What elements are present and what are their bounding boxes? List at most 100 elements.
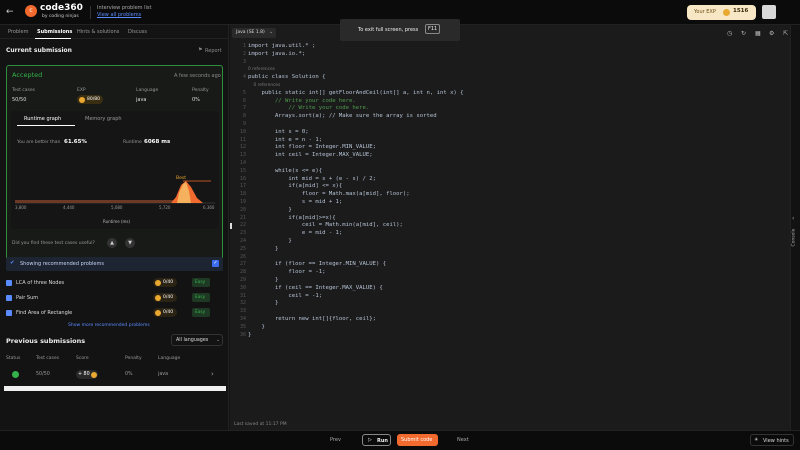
list-item[interactable]: Find Area of Rectangle 0/40 Easy	[6, 308, 222, 320]
view-hints-button[interactable]: ☀ View hints	[750, 434, 794, 446]
line-number: 14	[239, 160, 246, 166]
line-number: 4	[242, 74, 246, 81]
run-button[interactable]: ▷ Run	[362, 434, 391, 446]
coin-icon	[155, 279, 161, 286]
difficulty-label: Easy	[195, 310, 206, 315]
line-number: 23	[239, 230, 246, 237]
graph-panel: Runtime graph Memory graph You are bette…	[11, 111, 219, 229]
best-label: Best	[176, 175, 186, 181]
tab-discuss[interactable]: Discuss	[128, 29, 147, 35]
runtime-graph-tab[interactable]: Runtime graph	[24, 116, 61, 122]
line-number: 24	[239, 238, 246, 244]
code-text: if (ceil == Integer.MAX_VALUE) {	[248, 284, 383, 291]
next-button[interactable]: Next	[457, 437, 469, 443]
play-icon: ▷	[368, 437, 372, 443]
thumbs-down-icon[interactable]: ▼	[125, 238, 135, 248]
memory-graph-tab[interactable]: Memory graph	[85, 116, 122, 122]
tab-submissions[interactable]: Submissions	[37, 29, 72, 35]
code-text: s = mid + 1;	[248, 199, 343, 205]
code-text: int mid = s + (e - s) / 2;	[248, 175, 376, 182]
code-line: 4 public class Solution {	[230, 74, 770, 82]
col-score: Score	[76, 356, 89, 361]
history-icon[interactable]: ◷	[727, 30, 732, 37]
coin-icon	[91, 371, 97, 378]
reset-icon[interactable]: ↻	[741, 30, 746, 37]
previous-submissions-title: Previous submissions	[6, 337, 86, 345]
code-line: 10 int s = 0;	[230, 129, 770, 137]
problem-name: Pair Sum	[16, 295, 39, 301]
code-line: 14	[230, 160, 770, 168]
col-test-cases: Test cases	[36, 356, 59, 361]
code-text: floor = -1;	[248, 269, 326, 276]
language-selector[interactable]: Java (SE 1.8) ⌄	[232, 28, 276, 38]
list-item[interactable]: Pair Sum 0/40 Easy	[6, 293, 222, 305]
chevron-right-icon[interactable]: ›	[211, 370, 214, 378]
language-filter-dropdown[interactable]: All languages ⌄	[171, 334, 223, 346]
code-line: 2 import java.io.*;	[230, 51, 770, 59]
problem-exp: 0/40	[163, 294, 174, 300]
line-number: 17	[239, 183, 246, 190]
recommended-checkbox[interactable]: ✓	[212, 260, 219, 267]
list-item[interactable]: LCA of three Nodes 0/40 Easy	[6, 278, 222, 290]
line-number: 32	[239, 300, 246, 307]
x-tick-2: 5,080	[111, 205, 123, 210]
language-label: Language	[136, 88, 159, 93]
report-icon[interactable]: ⚑	[198, 47, 202, 53]
code-line: 25 }	[230, 246, 770, 254]
tab-hints-solutions[interactable]: Hints & solutions	[77, 29, 119, 35]
run-label: Run	[377, 438, 388, 444]
report-link[interactable]: Report	[205, 48, 222, 54]
coin-icon	[155, 309, 161, 316]
x-axis-label: Runtime (ms)	[103, 219, 131, 224]
console-rail[interactable]: Console ‹	[790, 25, 800, 430]
expand-icon[interactable]: ⇱	[783, 30, 788, 37]
fullscreen-text: To exit full screen, press	[358, 27, 419, 33]
line-number: 33	[239, 308, 246, 315]
penalty-value: 0%	[192, 97, 200, 103]
horizontal-scrollbar[interactable]	[4, 386, 226, 391]
back-arrow-icon[interactable]: ←	[6, 7, 16, 17]
breadcrumb-link[interactable]: View all problems	[97, 12, 141, 18]
exp-value: 1516	[733, 8, 749, 14]
code-lens-references[interactable]: 0 references	[230, 66, 770, 74]
code-text: }	[248, 245, 279, 252]
exp-value: 80/80	[87, 96, 100, 102]
prev-button[interactable]: Prev	[330, 437, 341, 443]
table-row[interactable]: 50/50 + 80 0% java ›	[0, 366, 228, 384]
problem-exp-badge: 0/40	[153, 278, 177, 287]
code-lens-references[interactable]: 0 references	[230, 82, 770, 90]
language-filter-value: All languages	[176, 338, 209, 343]
status-accepted: Accepted	[12, 71, 43, 79]
code-line: 1 import java.util.* ;	[230, 43, 770, 51]
line-number: 28	[239, 269, 246, 276]
line-number: 22	[239, 222, 246, 229]
code-line: 35 }	[230, 324, 770, 332]
gear-icon[interactable]: ⚙	[769, 30, 774, 37]
line-number: 11	[239, 136, 246, 143]
code-text: floor = Math.max(a[mid], floor);	[248, 191, 410, 198]
x-tick-4: 6,360	[203, 205, 215, 210]
runtime-value: 6068 ms	[144, 139, 171, 145]
layout-icon[interactable]: ▦	[755, 30, 761, 37]
runtime-tab-underline	[17, 125, 75, 126]
code-text: import java.util.* ;	[248, 43, 316, 49]
line-number: 35	[239, 323, 246, 330]
avatar[interactable]	[762, 5, 776, 19]
code-line: 8 Arrays.sort(a); // Make sure the array…	[230, 113, 770, 121]
show-more-link[interactable]: Show more recommended problems	[68, 323, 150, 328]
thumbs-up-icon[interactable]: ▲	[107, 238, 117, 248]
chevron-left-icon[interactable]: ‹	[792, 215, 794, 222]
code-area[interactable]: 1 import java.util.* ; 2 import java.io.*; 3…	[230, 43, 790, 420]
difficulty-badge: Easy	[192, 308, 210, 317]
recommended-header: ✔ Showing recommended problems ✓	[6, 257, 223, 271]
recommended-title: Showing recommended problems	[20, 261, 104, 267]
code-line: 6 // Write your code here.	[230, 98, 770, 106]
tab-problem[interactable]: Problem	[8, 29, 28, 35]
current-submission-title: Current submission	[6, 47, 72, 54]
fullscreen-key: F11	[425, 24, 441, 34]
code-editor[interactable]: Java (SE 1.8) ⌄ To exit full screen, pre…	[230, 19, 790, 430]
line-number: 21	[239, 214, 246, 221]
problem-name: Find Area of Rectangle	[16, 310, 73, 316]
code-line: 20 }	[230, 207, 770, 215]
submit-button[interactable]: Submit code	[397, 434, 438, 446]
